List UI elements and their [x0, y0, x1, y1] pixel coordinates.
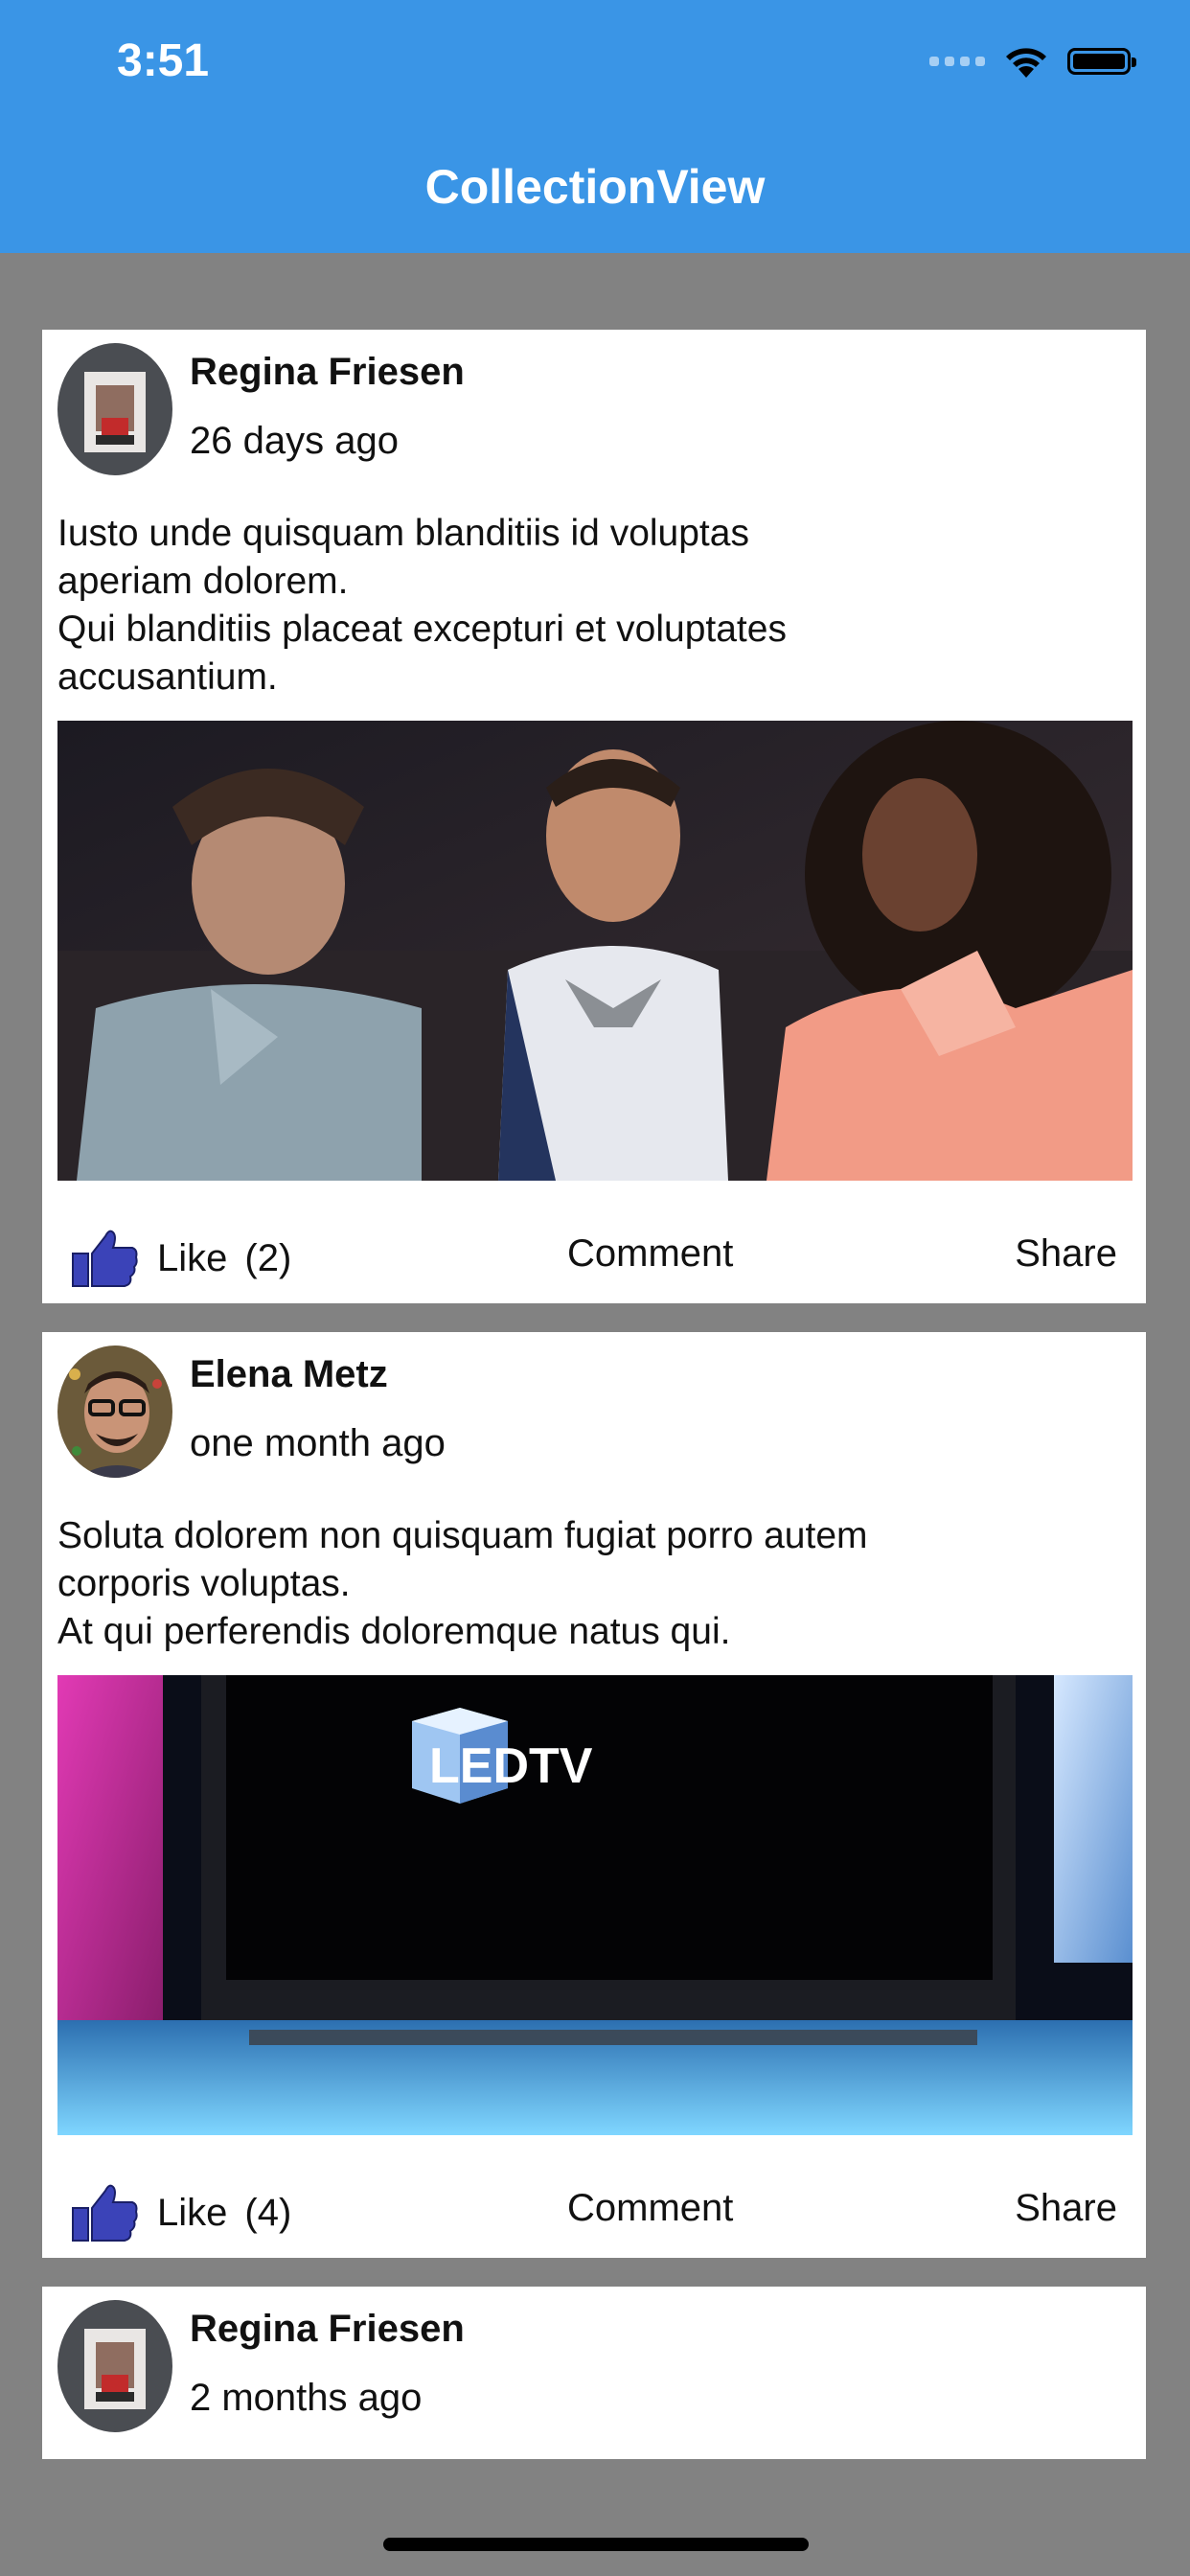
- post-time: 26 days ago: [190, 420, 399, 462]
- status-time: 3:51: [117, 35, 210, 86]
- cellular-signal-icon: [929, 57, 985, 66]
- post-text: Soluta dolorem non quisquam fugiat porro…: [57, 1512, 1131, 1656]
- like-count: (2): [244, 1236, 292, 1279]
- post-photo[interactable]: LEDTV: [57, 1675, 1133, 2135]
- wifi-icon: [1006, 48, 1046, 78]
- battery-icon: [1067, 48, 1136, 75]
- post-text-line: aperiam dolorem.: [57, 561, 349, 602]
- post-text-line: corporis voluptas.: [57, 1563, 351, 1604]
- post-text-line: At qui perferendis doloremque natus qui.: [57, 1611, 731, 1652]
- post-text: Iusto unde quisquam blanditiis id volupt…: [57, 510, 1131, 702]
- post-photo[interactable]: [57, 721, 1133, 1181]
- home-indicator[interactable]: [383, 2538, 809, 2551]
- thumbs-up-icon: [72, 2184, 138, 2242]
- post-card: Regina Friesen 26 days ago Iusto unde qu…: [42, 330, 1146, 1303]
- navigation-bar: 3:51 CollectionView: [0, 0, 1190, 253]
- post-text-line: Soluta dolorem non quisquam fugiat porro…: [57, 1515, 868, 1556]
- like-count: (4): [244, 2191, 292, 2234]
- status-icons: [929, 42, 1136, 80]
- avatar[interactable]: [57, 343, 172, 475]
- comment-button[interactable]: Comment: [567, 2187, 733, 2230]
- post-time: one month ago: [190, 1422, 446, 1464]
- post-actions: Like (2) Comment Share: [42, 1202, 1146, 1298]
- like-label: Like: [157, 2191, 228, 2234]
- post-text-line: accusantium.: [57, 656, 278, 698]
- share-button[interactable]: Share: [1015, 2187, 1117, 2230]
- avatar[interactable]: [57, 2300, 172, 2432]
- author-name[interactable]: Regina Friesen: [190, 2308, 465, 2351]
- post-text-line: Iusto unde quisquam blanditiis id volupt…: [57, 513, 749, 554]
- like-label: Like: [157, 1236, 228, 1279]
- like-button[interactable]: Like (4): [71, 2181, 291, 2244]
- author-name[interactable]: Regina Friesen: [190, 351, 465, 394]
- avatar[interactable]: [57, 1346, 172, 1478]
- comment-button[interactable]: Comment: [567, 1232, 733, 1276]
- thumbs-up-icon: [72, 1230, 138, 1287]
- like-button[interactable]: Like (2): [71, 1227, 291, 1290]
- post-time: 2 months ago: [190, 2377, 423, 2419]
- photo-text: LEDTV: [429, 1738, 593, 1794]
- share-button[interactable]: Share: [1015, 1232, 1117, 1276]
- post-card: Regina Friesen 2 months ago: [42, 2287, 1146, 2459]
- page-title: CollectionView: [424, 160, 766, 214]
- post-card: Elena Metz one month ago Soluta dolorem …: [42, 1332, 1146, 2258]
- post-actions: Like (4) Comment Share: [42, 2156, 1146, 2252]
- author-name[interactable]: Elena Metz: [190, 1353, 388, 1396]
- post-text-line: Qui blanditiis placeat excepturi et volu…: [57, 609, 787, 650]
